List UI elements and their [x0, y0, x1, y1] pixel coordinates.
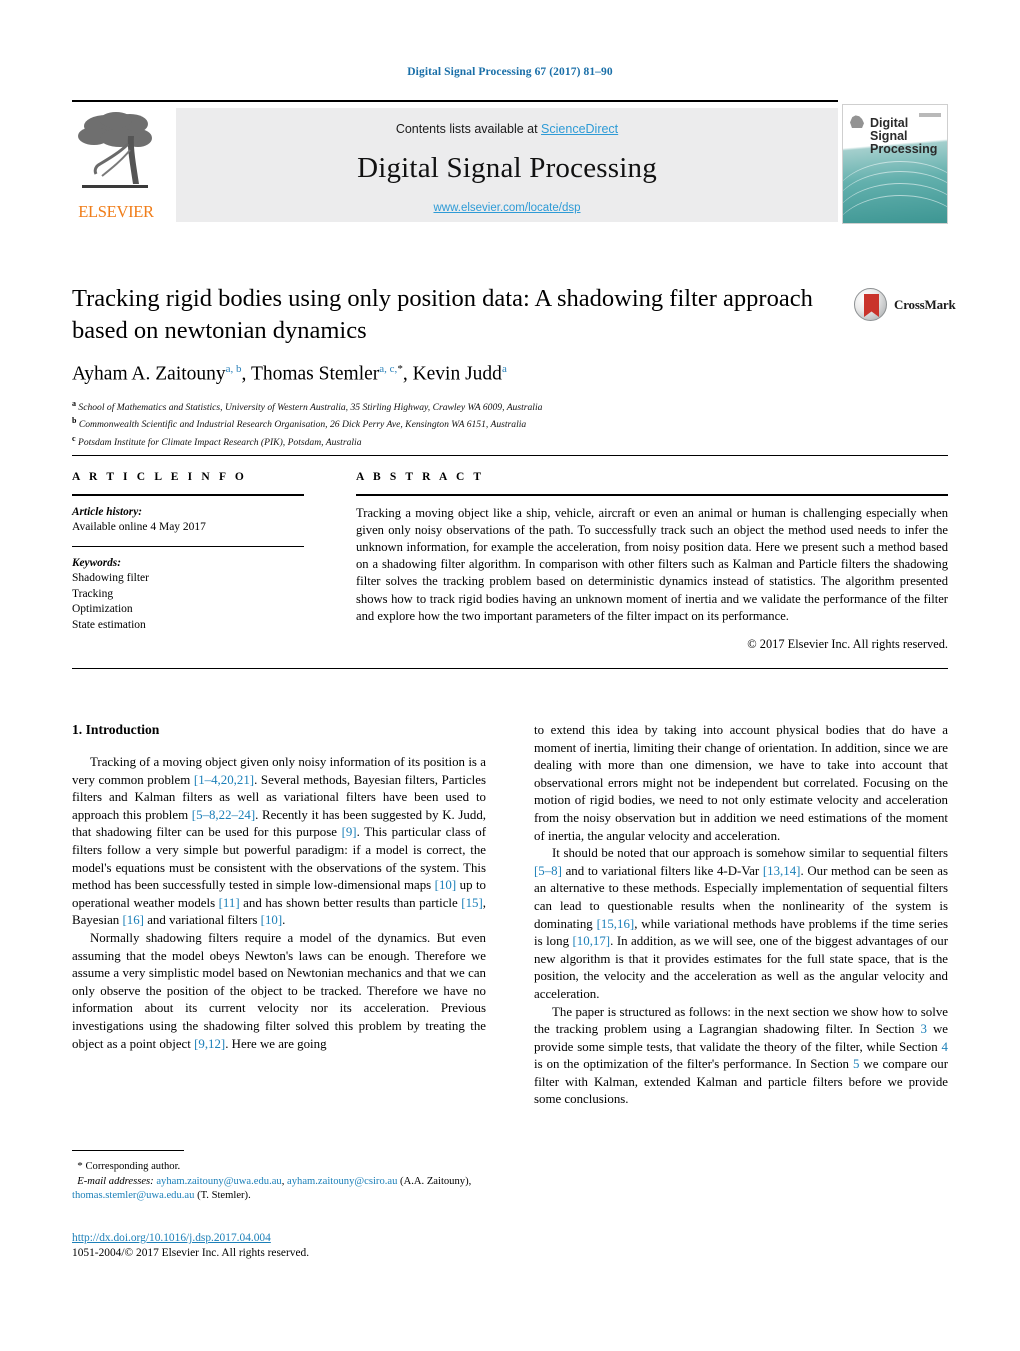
contents-prefix: Contents lists available at [395, 122, 542, 136]
journal-masthead: ELSEVIER Contents lists available at Sci… [72, 100, 948, 224]
footnote-email-line: E-mail addresses: ayham.zaitouny@uwa.edu… [72, 1175, 486, 1204]
footnote-corresponding-text: Corresponding author. [85, 1161, 181, 1173]
running-head: Digital Signal Processing 67 (2017) 81–9… [407, 66, 613, 78]
affiliation-text: Commonwealth Scientific and Industrial R… [78, 419, 527, 431]
title-block: Tracking rigid bodies using only positio… [72, 283, 956, 450]
abstract-heading: A B S T R A C T [356, 471, 485, 483]
keyword-item: Tracking [72, 587, 114, 600]
keyword-item: Optimization [72, 603, 133, 616]
cover-title-line-3: Processing [870, 142, 938, 156]
abstract-copyright: © 2017 Elsevier Inc. All rights reserved… [747, 637, 948, 652]
paragraph: The paper is structured as follows: in t… [534, 1004, 948, 1107]
article-history-value: Available online 4 May 2017 [72, 520, 206, 533]
body-right-column: to extend this idea by taking into accou… [534, 722, 948, 1109]
article-info-heading: A R T I C L E I N F O [72, 471, 247, 483]
body-columns: 1. Introduction Tracking of a moving obj… [72, 722, 948, 1109]
cover-title: Digital Signal Processing [870, 117, 937, 156]
author-list: Ayham A. Zaitounya, b, Thomas Stemlera, … [72, 363, 507, 385]
keyword-item: Shadowing filter [72, 572, 149, 585]
elsevier-logo: ELSEVIER [72, 108, 160, 222]
affiliation-text: Potsdam Institute for Climate Impact Res… [77, 436, 362, 448]
article-info-rule [72, 494, 304, 496]
paragraph: It should be noted that our approach is … [534, 846, 948, 1001]
doi-link[interactable]: http://dx.doi.org/10.1016/j.dsp.2017.04.… [72, 1232, 271, 1244]
crossmark-badge[interactable]: CrossMark [854, 288, 956, 322]
page-title: Tracking rigid bodies using only positio… [72, 285, 813, 344]
crossmark-label: CrossMark [894, 297, 956, 312]
info-abstract-section: A R T I C L E I N F O Article history: A… [72, 455, 948, 670]
paragraph: Normally shadowing filters require a mod… [72, 930, 486, 1051]
sciencedirect-link[interactable]: ScienceDirect [541, 122, 618, 136]
keyword-item: State estimation [72, 618, 146, 631]
affiliation-item: a School of Mathematics and Statistics, … [72, 397, 948, 415]
article-history-label: Article history: [72, 505, 142, 518]
crossmark-circle-icon [854, 288, 887, 321]
contents-lists-line: Contents lists available at ScienceDirec… [176, 122, 838, 136]
crossmark-bookmark-icon [864, 294, 879, 317]
journal-title: Digital Signal Processing [357, 152, 657, 184]
journal-cover-thumbnail: Digital Signal Processing [842, 104, 948, 224]
abstract-column: A B S T R A C T Tracking a moving object… [356, 471, 948, 652]
affiliation-list: a School of Mathematics and Statistics, … [72, 397, 948, 450]
issn-copyright-line: 1051-2004/© 2017 Elsevier Inc. All right… [72, 1247, 310, 1259]
section-heading-introduction: 1. Introduction [72, 722, 160, 737]
article-info-column: A R T I C L E I N F O Article history: A… [72, 471, 304, 652]
keywords-rule [72, 546, 304, 548]
paragraph: Tracking of a moving object given only n… [72, 755, 486, 928]
keywords-label: Keywords: [72, 557, 121, 570]
elsevier-tree-mini-icon [850, 115, 864, 128]
elsevier-tree-icon [76, 108, 156, 194]
footnote-star-marker: * [77, 1160, 83, 1173]
elsevier-wordmark: ELSEVIER [78, 202, 154, 221]
info-abstract-bottom-rule [72, 668, 948, 670]
affiliation-item: c Potsdam Institute for Climate Impact R… [72, 432, 948, 450]
affiliation-marker: c [72, 433, 76, 443]
footnote-rule [72, 1150, 184, 1152]
affiliation-text: School of Mathematics and Statistics, Un… [78, 401, 543, 413]
doi-block: http://dx.doi.org/10.1016/j.dsp.2017.04.… [72, 1228, 502, 1261]
corresponding-author-footnote: * Corresponding author. E-mail addresses… [72, 1150, 486, 1204]
abstract-text: Tracking a moving object like a ship, ve… [356, 505, 948, 623]
abstract-rule [356, 494, 948, 496]
affiliation-marker: a [72, 398, 76, 408]
paragraph: to extend this idea by taking into accou… [534, 723, 948, 843]
journal-article-page: Digital Signal Processing 67 (2017) 81–9… [0, 0, 1020, 1351]
footnote-corresponding-line: * Corresponding author. [72, 1159, 486, 1174]
email-addresses-label: E-mail addresses: [77, 1175, 154, 1187]
affiliation-marker: b [72, 416, 77, 426]
journal-homepage-link[interactable]: www.elsevier.com/locate/dsp [176, 202, 838, 214]
masthead-top-rule [72, 100, 838, 102]
affiliation-item: b Commonwealth Scientific and Industrial… [72, 414, 948, 432]
body-left-column: 1. Introduction Tracking of a moving obj… [72, 722, 486, 1109]
journal-title-band: Contents lists available at ScienceDirec… [176, 108, 838, 222]
